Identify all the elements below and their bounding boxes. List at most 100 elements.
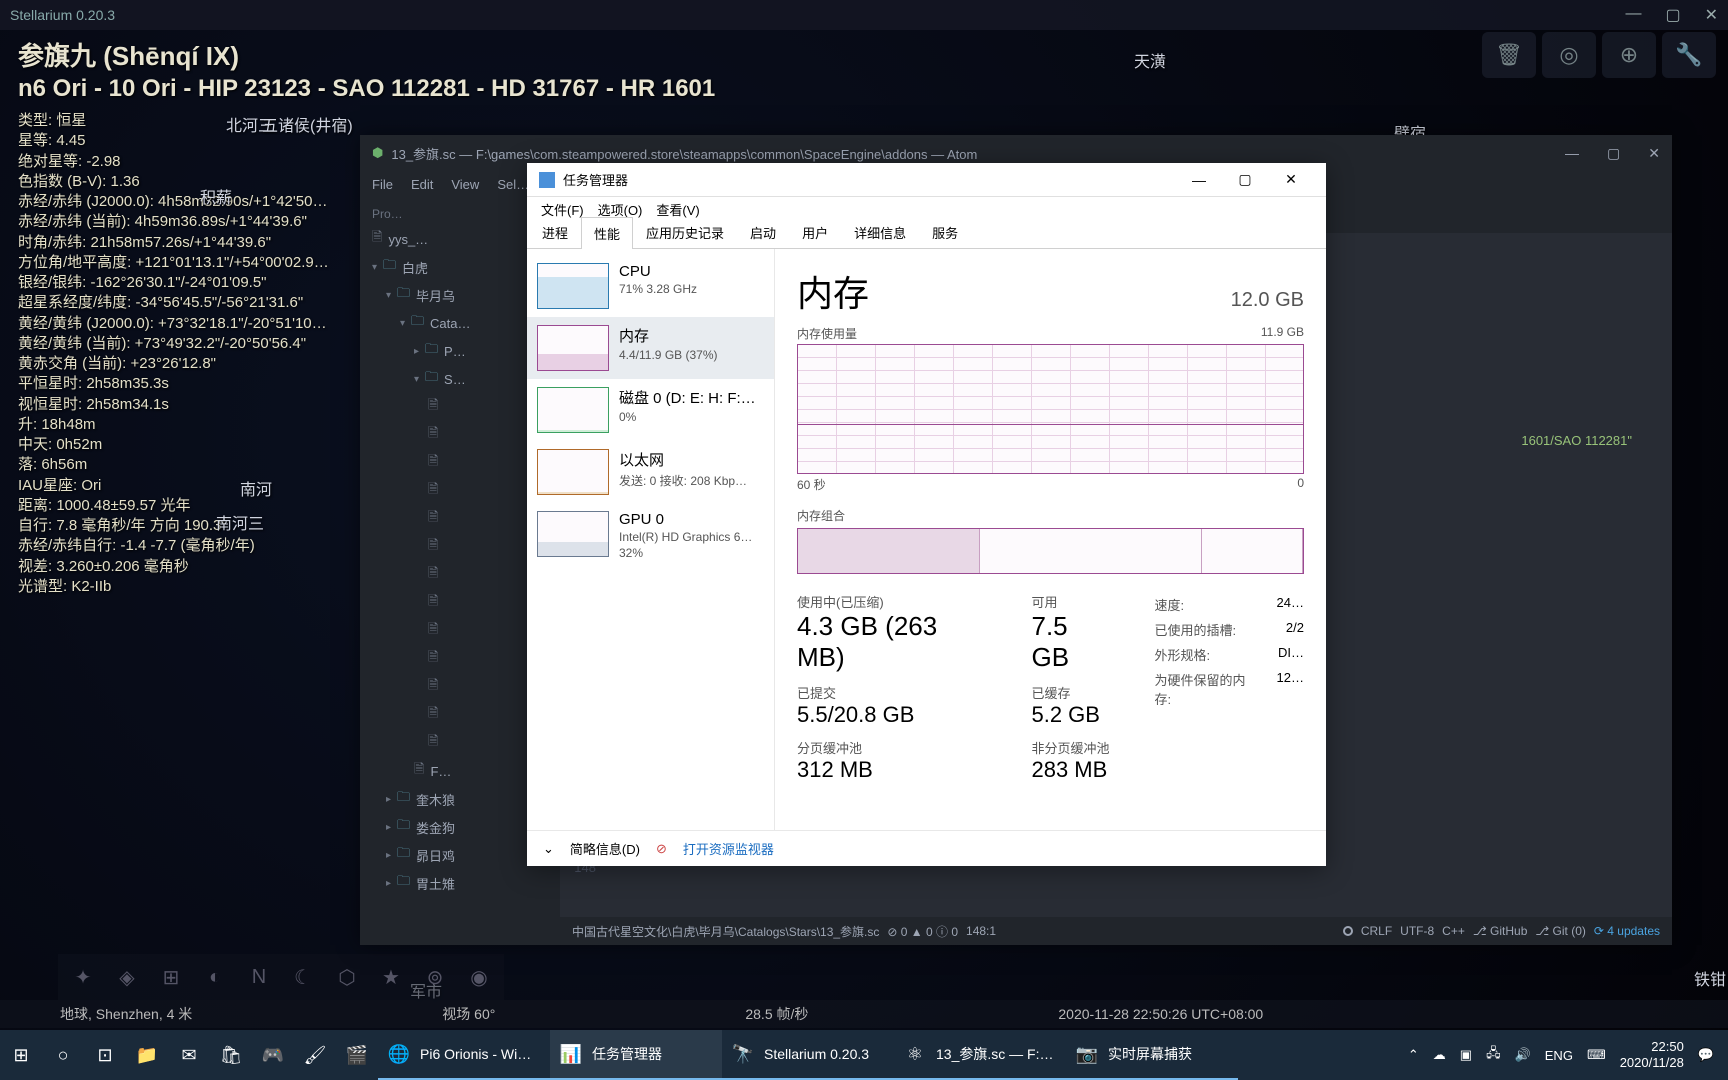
stellarium-tools: 🗑 ◎ ⊕ 🔧 (1482, 32, 1716, 78)
code-text: 1601/SAO 112281" (1521, 433, 1632, 448)
tab-服务[interactable]: 服务 (919, 216, 971, 248)
cursor-pos: 148:1 (966, 924, 996, 938)
perf-item-gpu[interactable]: GPU 0Intel(R) HD Graphics 6…32% (527, 503, 774, 568)
tool-icon[interactable]: ◐ (194, 958, 236, 996)
tool-icon[interactable]: ★ (370, 958, 412, 996)
tab-启动[interactable]: 启动 (737, 216, 789, 248)
tool-icon[interactable]: ✦ (62, 958, 104, 996)
pinned-app[interactable]: 🛍 (210, 1030, 252, 1080)
taskbar-task[interactable]: 📊任务管理器 (550, 1030, 722, 1080)
notifications-icon[interactable]: 💬 (1698, 1047, 1714, 1063)
usage-label: 内存使用量 (797, 325, 857, 342)
brief-info-link[interactable]: 简略信息(D) (570, 839, 640, 858)
tab-性能[interactable]: 性能 (581, 217, 633, 249)
memory-usage-chart (797, 344, 1304, 474)
start-button[interactable]: ⊞ (0, 1030, 42, 1080)
system-tray: ⌃ ☁ ▣ 🖧 🔊 ENG ⌨ 22:50 2020/11/28 💬 (1394, 1039, 1728, 1070)
maximize-icon[interactable]: ▢ (1665, 5, 1680, 25)
tree-item[interactable]: ▸🗀胃土雉 (364, 869, 556, 897)
file-path: 中国古代星空文化\白虎\毕月乌\Catalogs\Stars\13_参旗.sc (572, 923, 879, 940)
git-status[interactable]: ⎇ Git (0) (1535, 924, 1586, 938)
menu-item[interactable]: View (451, 177, 479, 192)
tool-icon[interactable]: ⊞ (150, 958, 192, 996)
menu-item[interactable]: Sel… (497, 177, 529, 192)
taskbar-clock[interactable]: 22:50 2020/11/28 (1620, 1039, 1684, 1070)
minimize-icon[interactable]: — (1176, 165, 1222, 195)
trash-icon[interactable]: 🗑 (1482, 32, 1536, 78)
minimize-icon[interactable]: — (1565, 145, 1579, 162)
tool-icon[interactable]: N (238, 958, 280, 996)
memory-capacity: 12.0 GB (1231, 289, 1304, 312)
taskbar-task[interactable]: 🔭Stellarium 0.20.3 (722, 1030, 894, 1080)
minimize-icon[interactable]: — (1625, 5, 1641, 25)
memory-used: 4.3 GB (263 MB) (797, 611, 987, 673)
constellation-label: 南河 (240, 476, 272, 500)
maximize-icon[interactable]: ▢ (1222, 165, 1268, 195)
encoding[interactable]: UTF-8 (1400, 924, 1434, 938)
taskmgr-footer: ⌄ 简略信息(D) ⊘ 打开资源监视器 (527, 830, 1326, 866)
updates-link[interactable]: ⟳ 4 updates (1594, 924, 1660, 938)
volume-icon[interactable]: 🔊 (1515, 1047, 1531, 1063)
line-ending[interactable]: CRLF (1361, 924, 1392, 938)
network-icon[interactable]: 🖧 (1486, 1044, 1501, 1066)
perf-item-net[interactable]: 以太网发送: 0 接收: 208 Kbp… (527, 441, 774, 503)
pinned-app[interactable]: 🎬 (336, 1030, 378, 1080)
language[interactable]: C++ (1442, 924, 1465, 938)
chevron-down-icon[interactable]: ⌄ (543, 841, 554, 857)
star-ids: n6 Ori - 10 Ori - HIP 23123 - SAO 112281… (18, 75, 715, 103)
memory-detail-pane: 内存 12.0 GB 内存使用量 11.9 GB 60 秒 0 内存组合 使用中… (775, 249, 1326, 830)
close-icon[interactable]: ✕ (1705, 5, 1718, 25)
memory-title: 内存 (797, 265, 869, 317)
status-dot-icon (1343, 926, 1353, 936)
pinned-app[interactable]: ✉ (168, 1030, 210, 1080)
location: 地球, Shenzhen, 4 米 (60, 1004, 192, 1024)
perf-item-disk[interactable]: 磁盘 0 (D: E: H: F:…0% (527, 379, 774, 441)
ime-indicator[interactable]: ENG (1545, 1048, 1573, 1063)
nonpaged-pool: 283 MB (1031, 757, 1110, 783)
usage-max: 11.9 GB (1261, 325, 1304, 342)
cloud-icon[interactable]: ☁ (1433, 1047, 1446, 1063)
close-icon[interactable]: ✕ (1268, 165, 1314, 195)
close-icon[interactable]: ✕ (1648, 145, 1660, 162)
github-icon[interactable]: ⎇ GitHub (1473, 924, 1528, 938)
perf-item-mem[interactable]: 内存4.4/11.9 GB (37%) (527, 317, 774, 379)
search-button[interactable]: ○ (42, 1030, 84, 1080)
atom-icon: ⬢ (372, 145, 383, 161)
taskbar-task[interactable]: ⚛13_参旗.sc — F:… (894, 1030, 1066, 1080)
menu-item[interactable]: File (372, 177, 393, 192)
task-view-button[interactable]: ⊡ (84, 1030, 126, 1080)
tool-icon[interactable]: ⬡ (326, 958, 368, 996)
target-icon[interactable]: ◎ (1542, 32, 1596, 78)
memory-available: 7.5 GB (1031, 611, 1110, 673)
tray-chevron-icon[interactable]: ⌃ (1408, 1047, 1419, 1063)
tab-进程[interactable]: 进程 (529, 216, 581, 248)
menu-item[interactable]: Edit (411, 177, 433, 192)
task-manager-titlebar: 任务管理器 — ▢ ✕ (527, 163, 1326, 197)
resource-monitor-link[interactable]: 打开资源监视器 (683, 839, 774, 858)
tool-icon[interactable]: ◈ (106, 958, 148, 996)
constellation-label: 南河三 (216, 510, 264, 534)
battery-icon[interactable]: ▣ (1460, 1047, 1472, 1063)
datetime: 2020-11-28 22:50:26 UTC+08:00 (1058, 1006, 1263, 1022)
tool-icon[interactable]: ☾ (282, 958, 324, 996)
perf-item-cpu[interactable]: CPU71% 3.28 GHz (527, 255, 774, 317)
tab-详细信息[interactable]: 详细信息 (841, 216, 919, 248)
tool-icon[interactable]: ◉ (458, 958, 500, 996)
tool-icon[interactable]: ⊚ (414, 958, 456, 996)
pinned-app[interactable]: 🎮 (252, 1030, 294, 1080)
wrench-icon[interactable]: 🔧 (1662, 32, 1716, 78)
windows-taskbar: ⊞ ○ ⊡ 📁✉🛍🎮🖌🎬🌐Pi6 Orionis - Wi…📊任务管理器🔭Ste… (0, 1030, 1728, 1080)
pinned-app[interactable]: 🖌 (294, 1030, 336, 1080)
constellation-label: 铁钳 (1694, 966, 1726, 990)
crosshair-icon[interactable]: ⊕ (1602, 32, 1656, 78)
pinned-app[interactable]: 📁 (126, 1030, 168, 1080)
taskbar-task[interactable]: 🌐Pi6 Orionis - Wi… (378, 1030, 550, 1080)
paged-pool: 312 MB (797, 757, 987, 783)
stellarium-toolbar: ✦ ◈ ⊞ ◐ N ☾ ⬡ ★ ⊚ ◉ (58, 954, 504, 1000)
constellation-label: 五诸侯(井宿) (262, 112, 353, 136)
composition-label: 内存组合 (797, 507, 1304, 524)
tab-用户[interactable]: 用户 (789, 216, 841, 248)
maximize-icon[interactable]: ▢ (1607, 145, 1620, 162)
taskbar-task[interactable]: 📷实时屏幕捕获 (1066, 1030, 1238, 1080)
tab-应用历史记录[interactable]: 应用历史记录 (633, 216, 737, 248)
